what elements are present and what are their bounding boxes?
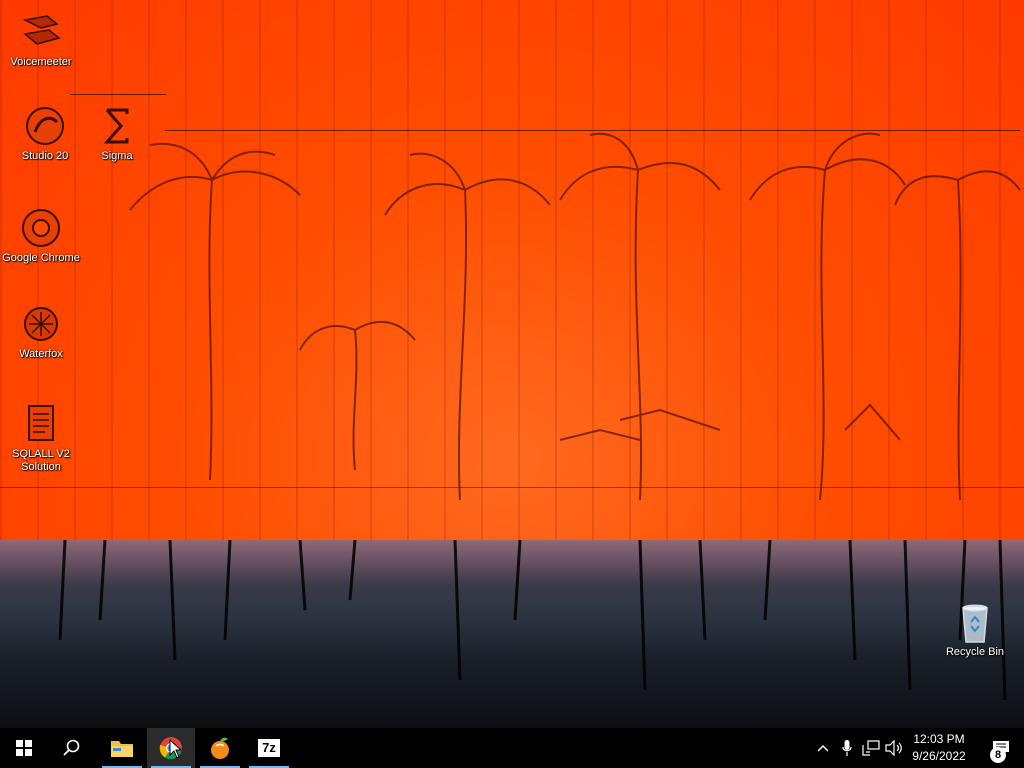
fruit-icon: [211, 737, 229, 759]
taskbar-file-explorer[interactable]: [98, 728, 146, 768]
taskbar-fl-studio[interactable]: [196, 728, 244, 768]
taskbar-7zip[interactable]: 7z: [245, 728, 293, 768]
desktop-icon-recycle-bin[interactable]: Recycle Bin: [936, 600, 1014, 659]
network-button[interactable]: [860, 728, 882, 768]
notification-count-badge: 8: [990, 747, 1006, 763]
volume-icon: [885, 740, 902, 756]
start-button[interactable]: [0, 728, 48, 768]
waterfox-icon: [24, 307, 58, 341]
network-icon: [862, 740, 880, 756]
desktop-icon-waterfox[interactable]: Waterfox: [2, 302, 80, 361]
desktop-icon-studio[interactable]: Studio 20: [6, 104, 84, 163]
clock[interactable]: 12:03 PM 9/26/2022: [904, 731, 974, 765]
search-icon: [63, 739, 80, 756]
chrome-icon: [22, 209, 60, 247]
sigma-icon: [103, 108, 129, 144]
taskbar: 7z 12:03 PM 9/26/2022: [0, 728, 1024, 768]
clock-date: 9/26/2022: [912, 749, 966, 763]
desktop-icon-sqlall[interactable]: SQLALL V2 Solution: [2, 402, 80, 474]
desktop-icon-label: Studio 20: [21, 150, 69, 162]
desktop-icon-sigma[interactable]: Sigma: [78, 104, 156, 163]
desktop-icon-label: Recycle Bin: [945, 646, 1005, 658]
microphone-button[interactable]: [836, 728, 858, 768]
desktop-icon-label: SQLALL V2 Solution: [12, 448, 70, 473]
clock-time: 12:03 PM: [913, 732, 965, 746]
windows-logo-icon: [16, 740, 32, 756]
studio-icon: [26, 107, 64, 145]
desktop-icon-voicemeeter[interactable]: Voicemeeter: [2, 10, 80, 69]
mouse-cursor: [169, 739, 183, 759]
chevron-up-icon: [817, 745, 829, 752]
search-button[interactable]: [48, 728, 96, 768]
desktop-icon-label: Google Chrome: [2, 252, 80, 264]
desktop-icon-label: Waterfox: [19, 348, 63, 360]
7z-icon: 7z: [258, 739, 280, 757]
microphone-icon: [842, 740, 852, 756]
volume-button[interactable]: [883, 728, 905, 768]
desktop: Voicemeeter Studio 20 Sigma Google Chrom…: [0, 0, 1024, 728]
show-hidden-icons-button[interactable]: [812, 728, 834, 768]
recycle-bin-icon: [962, 604, 988, 643]
voicemeeter-icon: [22, 15, 61, 45]
desktop-icon-label: Sigma: [101, 150, 133, 162]
desktop-icon-label: Voicemeeter: [10, 56, 72, 68]
folder-icon: [111, 741, 133, 757]
desktop-icon-google-chrome[interactable]: Google Chrome: [2, 206, 80, 265]
document-icon: [28, 405, 54, 441]
